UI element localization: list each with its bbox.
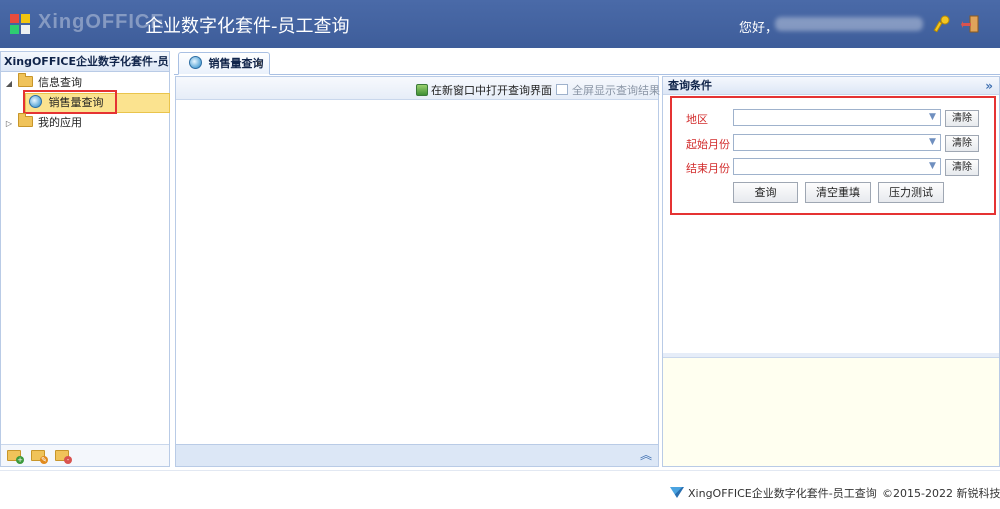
highlight-box xyxy=(23,90,117,114)
nav-tree-toolbar: + ✎ - xyxy=(1,444,169,466)
folder-open-icon xyxy=(17,73,33,87)
nav-tree-panel: XingOFFICE企业数字化套件-员工查 ◢ 信息查询 销售量查询 ▷ 我的应… xyxy=(0,51,170,467)
tab-strip: 销售量查询 × xyxy=(174,51,1000,75)
query-panel-header: 查询条件 » xyxy=(663,77,999,95)
open-new-window-label: 在新窗口中打开查询界面 xyxy=(431,84,552,97)
footer-product-label: XingOFFICE企业数字化套件-员工查询 xyxy=(688,487,877,500)
query-globe-icon xyxy=(189,56,202,69)
start-month-select[interactable]: ▼ xyxy=(733,134,941,151)
tab-sales-query[interactable]: 销售量查询 × xyxy=(178,52,270,75)
tree-node-label: 我的应用 xyxy=(38,116,82,129)
result-panel: 在新窗口中打开查询界面 全屏显示查询结果 ︽ xyxy=(175,76,660,467)
key-icon[interactable] xyxy=(932,14,952,34)
new-window-icon xyxy=(416,84,428,96)
region-select[interactable]: ▼ xyxy=(733,109,941,126)
app-logo-icon xyxy=(10,14,30,34)
end-month-label: 结束月份 xyxy=(686,162,730,175)
user-greeting: 您好， xyxy=(739,21,779,36)
product-logo-icon xyxy=(670,487,684,498)
nav-panel-title: XingOFFICE企业数字化套件-员工查 xyxy=(1,52,169,72)
tree-node-my-apps[interactable]: ▷ 我的应用 xyxy=(4,113,82,133)
expanded-arrow-icon[interactable]: ◢ xyxy=(4,74,14,94)
tree-node-label: 信息查询 xyxy=(38,76,82,89)
end-month-select[interactable]: ▼ xyxy=(733,158,941,175)
query-panel-title: 查询条件 xyxy=(668,79,712,92)
delete-folder-icon[interactable]: - xyxy=(55,450,72,464)
query-panel: 查询条件 » 地区 ▼ 清除 起始月份 ▼ 清除 结束月份 ▼ 清除 查询 清空… xyxy=(662,76,1000,467)
result-toolbar: 在新窗口中打开查询界面 全屏显示查询结果 xyxy=(176,77,660,100)
end-month-clear-button[interactable]: 清除 xyxy=(945,159,979,176)
collapsed-arrow-icon[interactable]: ▷ xyxy=(4,114,14,134)
collapse-right-icon[interactable]: » xyxy=(985,77,993,95)
fullscreen-results-option[interactable]: 全屏显示查询结果 xyxy=(556,82,660,98)
query-button[interactable]: 查询 xyxy=(733,182,798,203)
start-month-clear-button[interactable]: 清除 xyxy=(945,135,979,152)
query-info-area xyxy=(663,353,999,466)
reset-button[interactable]: 清空重填 xyxy=(805,182,871,203)
footer-copyright: ©2015-2022 新锐科技 xyxy=(882,487,1000,500)
footer-product: XingOFFICE企业数字化套件-员工查询 xyxy=(670,485,877,501)
user-account-redacted xyxy=(775,17,923,31)
add-folder-icon[interactable]: + xyxy=(7,450,24,464)
chevron-down-icon[interactable]: ▼ xyxy=(925,110,940,125)
app-title: 企业数字化套件-员工查询 xyxy=(145,16,350,37)
folder-icon xyxy=(17,113,33,127)
chevron-down-icon[interactable]: ▼ xyxy=(925,159,940,174)
region-label: 地区 xyxy=(686,113,708,126)
logout-icon[interactable] xyxy=(961,14,981,34)
region-clear-button[interactable]: 清除 xyxy=(945,110,979,127)
stress-test-button[interactable]: 压力测试 xyxy=(878,182,944,203)
expand-up-icon[interactable]: ︽ xyxy=(640,448,652,462)
page-footer: XingOFFICE企业数字化套件-员工查询 | ©2015-2022 新锐科技 xyxy=(0,470,1000,509)
checkbox-icon[interactable] xyxy=(556,84,568,95)
footer-separator: | xyxy=(866,485,870,498)
result-footer-bar: ︽ xyxy=(176,444,658,466)
start-month-label: 起始月份 xyxy=(686,138,730,151)
edit-folder-icon[interactable]: ✎ xyxy=(31,450,48,464)
fullscreen-results-label: 全屏显示查询结果 xyxy=(572,84,660,97)
app-header: XingOFFICE 企业数字化套件-员工查询 您好， xyxy=(0,0,1000,48)
open-new-window-button[interactable]: 在新窗口中打开查询界面 xyxy=(416,82,552,98)
chevron-down-icon[interactable]: ▼ xyxy=(925,135,940,150)
close-icon[interactable]: × xyxy=(255,53,264,75)
